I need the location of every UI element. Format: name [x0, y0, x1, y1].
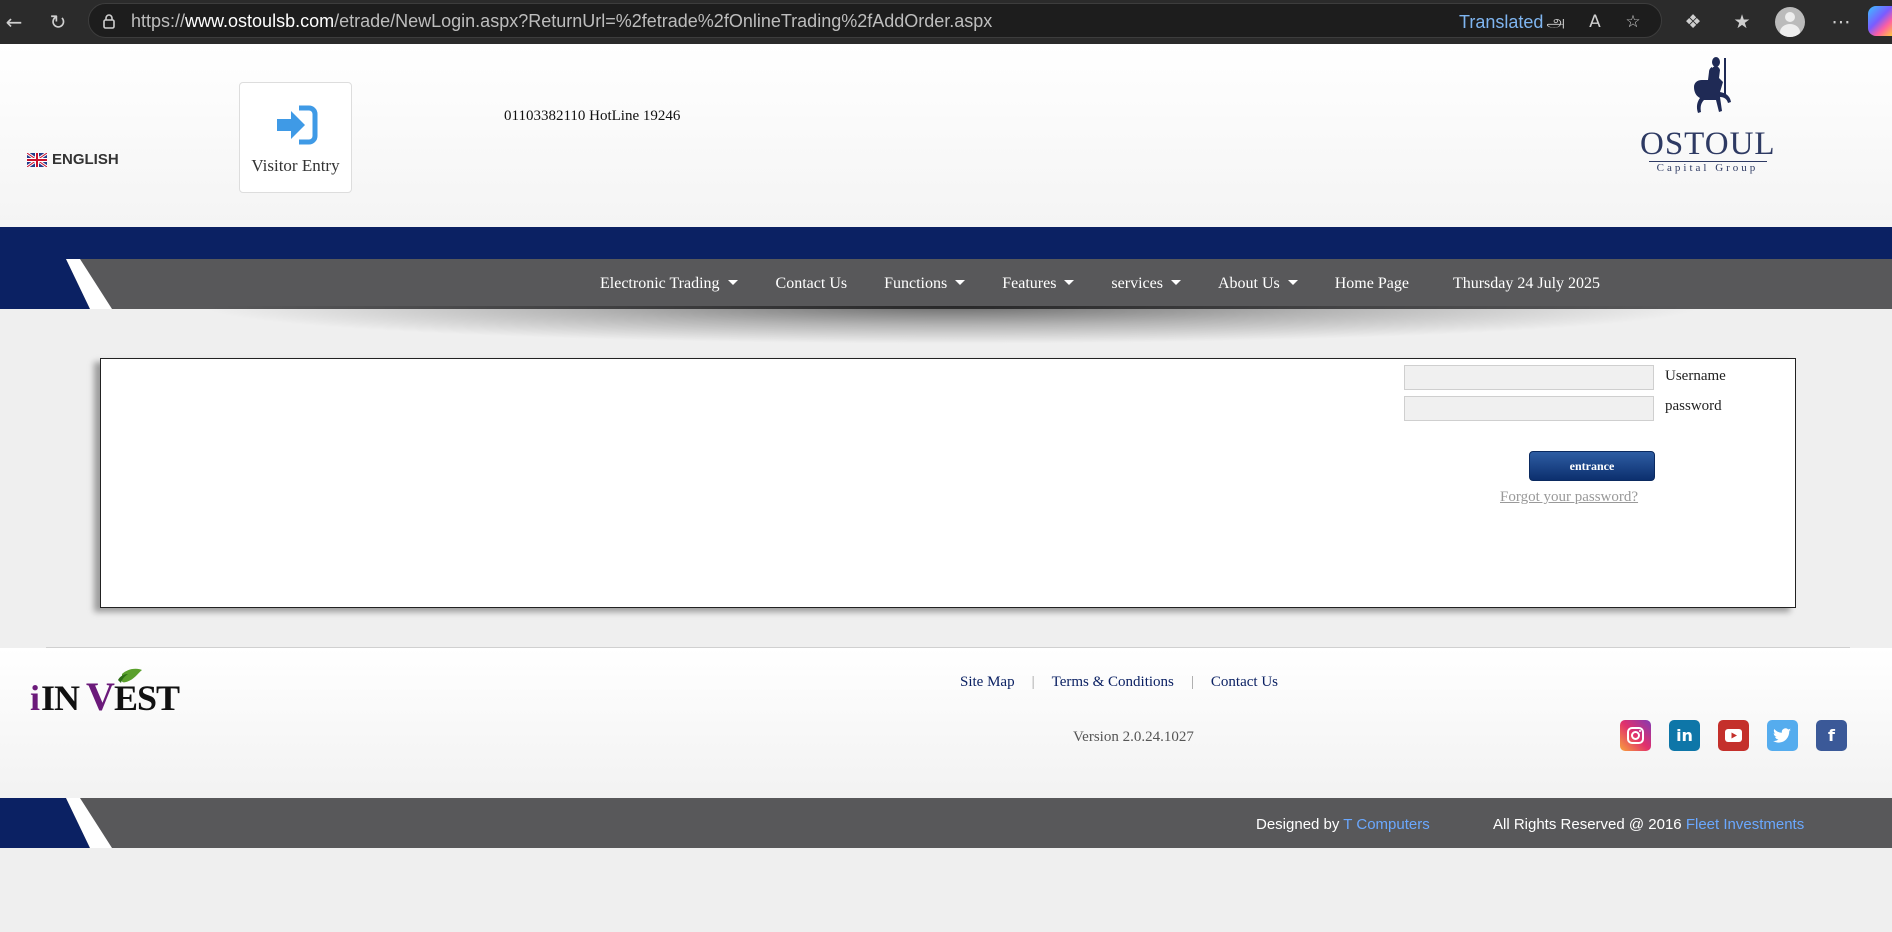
- linkedin-icon[interactable]: in: [1669, 720, 1700, 751]
- footer: [0, 648, 1892, 798]
- designer-link[interactable]: T Computers: [1343, 816, 1429, 833]
- username-input[interactable]: [1404, 365, 1654, 390]
- hotline-text: 01103382110 HotLine 19246: [504, 108, 681, 124]
- logo-name: OSTOUL: [1640, 126, 1776, 162]
- lock-icon: [103, 14, 115, 29]
- caret-down-icon: [727, 279, 738, 285]
- read-aloud-icon[interactable]: A: [1583, 10, 1607, 34]
- entrance-button[interactable]: entrance: [1529, 451, 1655, 481]
- translated-label[interactable]: Translated: [1459, 12, 1543, 33]
- footer-link-terms[interactable]: Terms & Conditions: [1052, 674, 1174, 691]
- horseman-icon: [1693, 57, 1731, 113]
- address-bar[interactable]: https://www.ostoulsb.com/etrade/NewLogin…: [88, 3, 1662, 38]
- caret-down-icon: [1170, 279, 1181, 285]
- forgot-password-link[interactable]: Forgot your password?: [1500, 489, 1638, 506]
- nav-home-page[interactable]: Home Page: [1335, 275, 1409, 293]
- visitor-entry-label: Visitor Entry: [251, 156, 340, 175]
- url-text: https://www.ostoulsb.com/etrade/NewLogin…: [131, 11, 993, 31]
- nav-electronic-trading[interactable]: Electronic Trading: [600, 275, 738, 293]
- copilot-icon[interactable]: [1868, 6, 1892, 36]
- refresh-icon[interactable]: ↻: [44, 8, 72, 36]
- footer-separator: |: [1031, 674, 1035, 690]
- svg-text:EST: EST: [114, 678, 180, 718]
- youtube-icon[interactable]: [1718, 720, 1749, 751]
- caret-down-icon: [1287, 279, 1298, 285]
- uk-flag-icon: [27, 152, 47, 167]
- profile-avatar[interactable]: [1775, 7, 1805, 37]
- copyright-text: All Rights Reserved @ 2016 Fleet Investm…: [1493, 816, 1805, 833]
- caret-down-icon: [955, 279, 966, 285]
- footer-corner-accent: [0, 798, 112, 848]
- nav-about-us[interactable]: About Us: [1218, 275, 1298, 293]
- language-switch[interactable]: ENGLISH: [27, 151, 119, 168]
- more-menu-icon[interactable]: ⋯: [1826, 7, 1856, 37]
- footer-link-contact-us[interactable]: Contact Us: [1211, 674, 1278, 691]
- nav-menu: Electronic Trading Contact Us Functions …: [600, 259, 1600, 309]
- ostoul-logo[interactable]: OSTOUL Capital Group: [1640, 56, 1775, 191]
- iinvest-logo-mark: i IN V EST: [30, 668, 181, 719]
- logo-subtitle: Capital Group: [1648, 161, 1767, 174]
- nav-shadow: [195, 306, 1710, 344]
- svg-text:V: V: [86, 674, 115, 718]
- instagram-icon[interactable]: [1620, 720, 1651, 751]
- caret-down-icon: [1064, 279, 1075, 285]
- footer-links: Site Map | Terms & Conditions | Contact …: [960, 674, 1278, 691]
- nav-services[interactable]: services: [1111, 275, 1181, 293]
- footer-divider: [46, 647, 1850, 648]
- favorite-star-icon[interactable]: ☆: [1621, 10, 1645, 34]
- footer-separator: |: [1190, 674, 1194, 690]
- twitter-icon[interactable]: [1767, 720, 1798, 751]
- nav-date: Thursday 24 July 2025: [1452, 275, 1601, 292]
- version-text: Version 2.0.24.1027: [1073, 729, 1194, 745]
- site-header: ENGLISH Visitor Entry 01103382110 HotLin…: [0, 44, 1892, 227]
- svg-text:IN: IN: [41, 678, 80, 718]
- favorites-icon[interactable]: ★: [1727, 7, 1757, 37]
- translate-icon[interactable]: அ: [1544, 10, 1568, 34]
- nav-corner-accent: [0, 259, 112, 309]
- password-input[interactable]: [1404, 396, 1654, 421]
- extensions-icon[interactable]: ❖: [1678, 7, 1708, 37]
- iinvest-logo[interactable]: i IN V EST: [30, 668, 192, 728]
- login-arrow-icon: [276, 105, 317, 145]
- nav-band: [0, 227, 1892, 259]
- facebook-icon[interactable]: f: [1816, 720, 1847, 751]
- password-label: password: [1665, 398, 1722, 414]
- footer-link-site-map[interactable]: Site Map: [960, 674, 1015, 691]
- nav-features[interactable]: Features: [1002, 275, 1075, 293]
- svg-text:i: i: [30, 678, 40, 718]
- back-icon[interactable]: ←: [0, 8, 28, 36]
- visitor-entry-button[interactable]: Visitor Entry: [239, 82, 352, 193]
- username-label: Username: [1665, 368, 1726, 384]
- nav-contact-us[interactable]: Contact Us: [776, 275, 848, 293]
- browser-toolbar: ← ↻ https://www.ostoulsb.com/etrade/NewL…: [0, 0, 1892, 44]
- nav-functions[interactable]: Functions: [884, 275, 966, 293]
- owner-link[interactable]: Fleet Investments: [1686, 816, 1804, 833]
- language-label: ENGLISH: [52, 151, 119, 168]
- designed-by-text: Designed by T Computers: [1256, 816, 1430, 833]
